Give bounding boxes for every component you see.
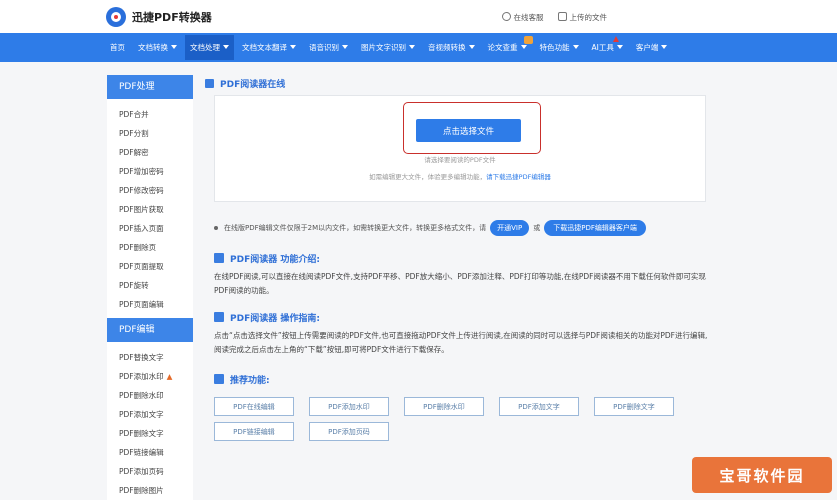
sidebar-item[interactable]: PDF增加密码 bbox=[119, 162, 193, 181]
sidebar-list-process: PDF合并 PDF分割 PDF解密 PDF增加密码 PDF修改密码 PDF图片获… bbox=[107, 99, 193, 318]
recommend-tag[interactable]: PDF在线编辑 bbox=[214, 397, 294, 416]
chevron-down-icon bbox=[223, 45, 229, 49]
sidebar: PDF处理 PDF合并 PDF分割 PDF解密 PDF增加密码 PDF修改密码 … bbox=[107, 75, 193, 500]
sidebar-item[interactable]: PDF替换文字 bbox=[119, 348, 193, 367]
sidebar-list-edit: PDF替换文字 PDF添加水印 ▲ PDF删除水印 PDF添加文字 PDF删除文字… bbox=[107, 342, 193, 500]
sidebar-item[interactable]: PDF添加文字 bbox=[119, 405, 193, 424]
logo-text: 迅捷PDF转换器 bbox=[132, 11, 212, 24]
page-title: PDF阅读器在线 bbox=[205, 75, 725, 91]
intro-text: 在线PDF阅读,可以直接在线阅读PDF文件,支持PDF平移、PDF放大缩小、PD… bbox=[214, 272, 706, 295]
headset-icon bbox=[501, 12, 511, 21]
sidebar-item[interactable]: PDF旋转 bbox=[119, 276, 193, 295]
file-icon bbox=[557, 12, 567, 21]
logo[interactable]: 迅捷PDF转换器 bbox=[106, 7, 212, 27]
nav-doc-convert[interactable]: 文档转换 bbox=[138, 42, 177, 53]
sidebar-item-add-watermark[interactable]: PDF添加水印 ▲ bbox=[119, 367, 193, 386]
chart-icon bbox=[214, 253, 224, 263]
sidebar-item[interactable]: PDF删除页 bbox=[119, 238, 193, 257]
recommend-tag[interactable]: PDF添加文字 bbox=[499, 397, 579, 416]
book-icon bbox=[214, 312, 224, 322]
select-file-button[interactable]: 点击选择文件 bbox=[416, 119, 521, 142]
main-content: PDF阅读器在线 点击选择文件 请选择要阅读的PDF文件 如需编辑更大文件，体验… bbox=[205, 75, 725, 441]
sidebar-item[interactable]: PDF删除文字 bbox=[119, 424, 193, 443]
recommend-tags: PDF在线编辑 PDF添加水印 PDF删除水印 PDF添加文字 PDF删除文字 … bbox=[214, 397, 709, 447]
uploaded-files-link[interactable]: 上传的文件 bbox=[557, 12, 607, 23]
sidebar-item[interactable]: PDF分割 bbox=[119, 124, 193, 143]
nav-home[interactable]: 首页 bbox=[110, 42, 125, 53]
open-vip-button[interactable]: 开通VIP bbox=[490, 220, 530, 236]
size-notice: 在线版PDF编辑文件仅限于2M以内文件，如需转换更大文件，转换更多格式文件，请 … bbox=[214, 220, 646, 236]
chevron-down-icon bbox=[409, 45, 415, 49]
sidebar-item[interactable]: PDF图片获取 bbox=[119, 200, 193, 219]
bookmark-icon bbox=[214, 374, 224, 384]
recommend-tag[interactable]: PDF链接编辑 bbox=[214, 422, 294, 441]
chevron-down-icon bbox=[572, 45, 579, 49]
site-watermark: 宝哥软件园 bbox=[692, 457, 832, 493]
nav-client[interactable]: 客户端 bbox=[636, 42, 668, 53]
sidebar-item[interactable]: PDF链接编辑 bbox=[119, 443, 193, 462]
chevron-down-icon bbox=[342, 45, 348, 49]
recommend-section: 推荐功能: bbox=[214, 371, 709, 387]
document-icon bbox=[205, 78, 214, 88]
sidebar-item[interactable]: PDF修改密码 bbox=[119, 181, 193, 200]
nav-av-convert[interactable]: 音视频转换 bbox=[428, 42, 475, 53]
download-editor-link[interactable]: 请下载迅捷PDF编辑器 bbox=[486, 173, 551, 181]
nav-translate[interactable]: 文档文本翻译 bbox=[242, 42, 296, 53]
sidebar-item[interactable]: PDF合并 bbox=[119, 105, 193, 124]
main-nav: 首页 文档转换 文档处理 文档文本翻译 语音识别 图片文字识别 音视频转换 论文… bbox=[0, 33, 837, 62]
recommend-title: 推荐功能: bbox=[214, 371, 709, 387]
sidebar-section-pdf-process: PDF处理 bbox=[107, 75, 193, 99]
sidebar-section-pdf-edit: PDF编辑 bbox=[107, 318, 193, 342]
chevron-down-icon bbox=[171, 45, 177, 49]
nav-ocr[interactable]: 图片文字识别 bbox=[361, 42, 415, 53]
top-header: 迅捷PDF转换器 在线客服 上传的文件 bbox=[0, 0, 837, 33]
sidebar-item[interactable]: PDF页面编辑 bbox=[119, 295, 193, 314]
chevron-down-icon bbox=[616, 45, 623, 49]
bullet-icon bbox=[214, 226, 218, 230]
recommend-tag[interactable]: PDF删除文字 bbox=[594, 397, 674, 416]
sidebar-item[interactable]: PDF添加页码 bbox=[119, 462, 193, 481]
nav-ai-tools[interactable]: AI工具 bbox=[592, 36, 623, 53]
recommend-tag[interactable]: PDF添加页码 bbox=[309, 422, 389, 441]
chevron-down-icon bbox=[661, 45, 668, 49]
intro-section: PDF阅读器 功能介绍: 在线PDF阅读,可以直接在线阅读PDF文件,支持PDF… bbox=[214, 250, 709, 298]
upload-hint-download: 如需编辑更大文件，体验更多编辑功能，请下载迅捷PDF编辑器 bbox=[369, 173, 551, 181]
sidebar-item[interactable]: PDF删除水印 bbox=[119, 386, 193, 405]
recommend-tag[interactable]: PDF删除水印 bbox=[404, 397, 484, 416]
nav-doc-process[interactable]: 文档处理 bbox=[185, 35, 234, 60]
tag-row: PDF链接编辑 PDF添加页码 bbox=[214, 422, 709, 441]
sidebar-item[interactable]: PDF页面提取 bbox=[119, 257, 193, 276]
chevron-down-icon bbox=[290, 45, 296, 49]
new-badge-icon bbox=[523, 36, 533, 44]
chevron-down-icon bbox=[468, 45, 475, 49]
sidebar-item[interactable]: PDF插入页面 bbox=[119, 219, 193, 238]
logo-icon bbox=[106, 7, 126, 27]
upload-dropzone[interactable]: 点击选择文件 请选择要阅读的PDF文件 如需编辑更大文件，体验更多编辑功能，请下… bbox=[214, 95, 706, 202]
header-links: 在线客服 上传的文件 bbox=[501, 12, 607, 23]
guide-title: PDF阅读器 操作指南: bbox=[214, 309, 709, 325]
customer-service-link[interactable]: 在线客服 bbox=[501, 12, 544, 23]
recommend-tag[interactable]: PDF添加水印 bbox=[309, 397, 389, 416]
sidebar-item[interactable]: PDF解密 bbox=[119, 143, 193, 162]
nav-speech[interactable]: 语音识别 bbox=[309, 42, 348, 53]
hot-badge-icon bbox=[612, 36, 619, 42]
guide-section: PDF阅读器 操作指南: 点击“点击选择文件”按钮上传需要阅读的PDF文件,也可… bbox=[214, 309, 709, 357]
tag-row: PDF在线编辑 PDF添加水印 PDF删除水印 PDF添加文字 PDF删除文字 bbox=[214, 397, 709, 416]
download-client-button[interactable]: 下载迅捷PDF编辑器客户端 bbox=[544, 220, 646, 236]
fire-icon: ▲ bbox=[166, 372, 173, 381]
guide-text: 点击“点击选择文件”按钮上传需要阅读的PDF文件,也可直接拖动PDF文件上传进行… bbox=[214, 331, 708, 354]
nav-plagiarism[interactable]: 论文查重 bbox=[488, 36, 533, 53]
nav-features[interactable]: 特色功能 bbox=[540, 42, 579, 53]
sidebar-item[interactable]: PDF删除图片 bbox=[119, 481, 193, 500]
intro-title: PDF阅读器 功能介绍: bbox=[214, 250, 709, 266]
chevron-down-icon bbox=[520, 45, 527, 49]
upload-hint: 请选择要阅读的PDF文件 bbox=[424, 156, 496, 164]
